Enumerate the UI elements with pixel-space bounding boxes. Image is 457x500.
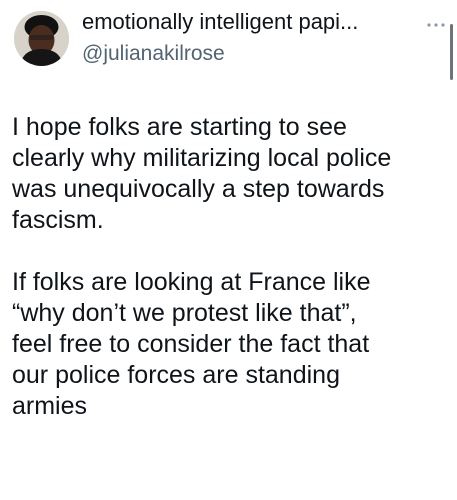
more-options-button[interactable] [424, 16, 448, 34]
scrollbar[interactable] [450, 24, 453, 80]
author-names: emotionally intelligent papi... @juliana… [82, 8, 427, 68]
avatar[interactable] [14, 11, 69, 66]
author-handle[interactable]: @julianakilrose [82, 40, 427, 68]
author-display-name[interactable]: emotionally intelligent papi... [82, 8, 427, 36]
tweet-card: emotionally intelligent papi... @juliana… [0, 0, 457, 500]
profile-photo-icon [14, 11, 69, 66]
tweet-header: emotionally intelligent papi... @juliana… [14, 8, 457, 70]
tweet-text: I hope folks are starting to see clearly… [12, 112, 452, 422]
tweet-paragraph-1: I hope folks are starting to see clearly… [12, 113, 392, 234]
tweet-paragraph-2: If folks are looking at France like “why… [12, 268, 371, 420]
ellipsis-icon [427, 23, 445, 27]
